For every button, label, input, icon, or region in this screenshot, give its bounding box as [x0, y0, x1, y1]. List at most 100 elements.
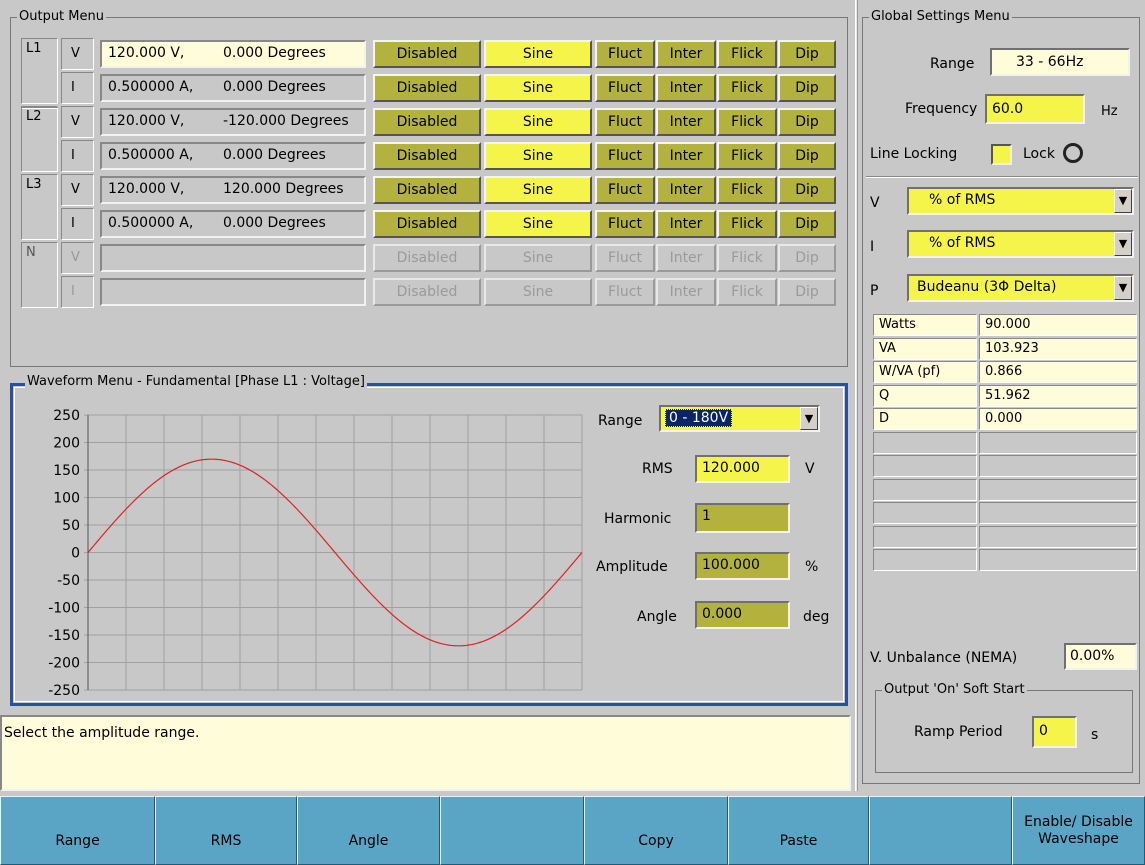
fluct-button-2[interactable]: Fluct [595, 108, 655, 136]
row-value-field-6[interactable] [100, 244, 366, 272]
line-locking-checkbox[interactable] [991, 144, 1012, 165]
disabled-button-5[interactable]: Disabled [373, 210, 481, 238]
angle-input[interactable]: 0.000 [695, 601, 790, 629]
rms-label: RMS [642, 461, 673, 477]
disabled-button-6[interactable]: Disabled [373, 244, 481, 272]
rms-input[interactable]: 120.000 [695, 455, 790, 483]
dip-button-3[interactable]: Dip [778, 142, 836, 170]
sine-button-1[interactable]: Sine [484, 74, 592, 102]
inter-button-2[interactable]: Inter [656, 108, 716, 136]
inter-button-1[interactable]: Inter [656, 74, 716, 102]
dip-label: Dip [795, 80, 819, 96]
flick-button-7[interactable]: Flick [717, 278, 777, 306]
sine-label: Sine [522, 284, 554, 300]
fluct-button-4[interactable]: Fluct [595, 176, 655, 204]
row-value-field-3[interactable]: 0.500000 A, 0.000 Degrees [100, 142, 366, 170]
flick-label: Flick [731, 114, 763, 130]
fkey-label: Range [55, 833, 100, 849]
dip-button-5[interactable]: Dip [778, 210, 836, 238]
v-mode-select[interactable]: % of RMS ▼ [907, 187, 1134, 215]
fkey-blank-3[interactable] [440, 796, 584, 865]
row-value-field-0[interactable]: 120.000 V, 0.000 Degrees [100, 40, 366, 68]
row-type: V [71, 114, 80, 129]
row-value-field-7[interactable] [100, 278, 366, 306]
wf-range-select[interactable]: 0 - 180V ▼ [659, 405, 820, 432]
dip-button-2[interactable]: Dip [778, 108, 836, 136]
fkey-paste[interactable]: Paste [728, 796, 869, 865]
inter-button-4[interactable]: Inter [656, 176, 716, 204]
ramp-period-input[interactable]: 0 [1032, 716, 1077, 748]
disabled-button-0[interactable]: Disabled [373, 40, 481, 68]
fluct-button-5[interactable]: Fluct [595, 210, 655, 238]
fkey-label: Enable/ Disable Waveshape [1024, 813, 1133, 847]
fluct-button-1[interactable]: Fluct [595, 74, 655, 102]
fluct-button-7[interactable]: Fluct [595, 278, 655, 306]
sine-button-7[interactable]: Sine [484, 278, 592, 306]
disabled-button-3[interactable]: Disabled [373, 142, 481, 170]
flick-button-0[interactable]: Flick [717, 40, 777, 68]
phase-label-3: N [21, 242, 58, 308]
disabled-button-4[interactable]: Disabled [373, 176, 481, 204]
sine-button-5[interactable]: Sine [484, 210, 592, 238]
row-value-field-5[interactable]: 0.500000 A, 0.000 Degrees [100, 210, 366, 238]
sine-button-4[interactable]: Sine [484, 176, 592, 204]
dip-button-7[interactable]: Dip [778, 278, 836, 306]
i-mode-select[interactable]: % of RMS ▼ [907, 230, 1134, 258]
sine-button-2[interactable]: Sine [484, 108, 592, 136]
inter-button-3[interactable]: Inter [656, 142, 716, 170]
inter-button-0[interactable]: Inter [656, 40, 716, 68]
power-name-empty [873, 455, 977, 477]
power-value-1: 103.923 [979, 338, 1137, 360]
row-value-field-2[interactable]: 120.000 V, -120.000 Degrees [100, 108, 366, 136]
sine-button-3[interactable]: Sine [484, 142, 592, 170]
flick-button-6[interactable]: Flick [717, 244, 777, 272]
disabled-button-7[interactable]: Disabled [373, 278, 481, 306]
fkey-angle[interactable]: Angle [297, 796, 440, 865]
frequency-input[interactable]: 60.0 [985, 94, 1085, 124]
phase-label-1: L2 [21, 106, 58, 172]
dip-button-6[interactable]: Dip [778, 244, 836, 272]
global-settings-divider [855, 0, 858, 796]
flick-button-3[interactable]: Flick [717, 142, 777, 170]
row-angle: 0.000 Degrees [223, 79, 326, 95]
flick-button-4[interactable]: Flick [717, 176, 777, 204]
inter-button-5[interactable]: Inter [656, 210, 716, 238]
sine-button-0[interactable]: Sine [484, 40, 592, 68]
fkey-range[interactable]: Range [0, 796, 155, 865]
fkey-rms[interactable]: RMS [155, 796, 297, 865]
disabled-button-1[interactable]: Disabled [373, 74, 481, 102]
p-mode-label: P [870, 283, 879, 299]
chevron-down-icon[interactable]: ▼ [1114, 276, 1132, 300]
inter-button-7[interactable]: Inter [656, 278, 716, 306]
p-mode-select[interactable]: Budeanu (3Φ Delta) ▼ [907, 274, 1134, 302]
row-value-field-4[interactable]: 120.000 V, 120.000 Degrees [100, 176, 366, 204]
power-name: Q [879, 388, 890, 403]
harmonic-input[interactable]: 1 [695, 503, 790, 533]
chevron-down-icon[interactable]: ▼ [1114, 189, 1132, 213]
power-name-2: W/VA (pf) [873, 361, 977, 383]
power-value: 103.923 [985, 341, 1039, 356]
power-value-4: 0.000 [979, 408, 1137, 430]
fkey-enable-disable-waveshape[interactable]: Enable/ Disable Waveshape [1012, 796, 1145, 865]
fluct-button-6[interactable]: Fluct [595, 244, 655, 272]
dip-button-0[interactable]: Dip [778, 40, 836, 68]
phase-name: L2 [26, 109, 42, 124]
fluct-button-3[interactable]: Fluct [595, 142, 655, 170]
chevron-down-icon[interactable]: ▼ [1114, 232, 1132, 256]
amplitude-input[interactable]: 100.000 [695, 552, 790, 580]
dip-button-1[interactable]: Dip [778, 74, 836, 102]
inter-button-6[interactable]: Inter [656, 244, 716, 272]
sine-button-6[interactable]: Sine [484, 244, 592, 272]
flick-button-5[interactable]: Flick [717, 210, 777, 238]
fkey-blank-6[interactable] [869, 796, 1012, 865]
dip-button-4[interactable]: Dip [778, 176, 836, 204]
fkey-copy[interactable]: Copy [584, 796, 728, 865]
fluct-button-0[interactable]: Fluct [595, 40, 655, 68]
row-value-field-1[interactable]: 0.500000 A, 0.000 Degrees [100, 74, 366, 102]
sine-label: Sine [522, 250, 554, 266]
flick-button-2[interactable]: Flick [717, 108, 777, 136]
row-type-4: V [61, 174, 94, 206]
flick-button-1[interactable]: Flick [717, 74, 777, 102]
chevron-down-icon[interactable]: ▼ [800, 407, 818, 430]
disabled-button-2[interactable]: Disabled [373, 108, 481, 136]
